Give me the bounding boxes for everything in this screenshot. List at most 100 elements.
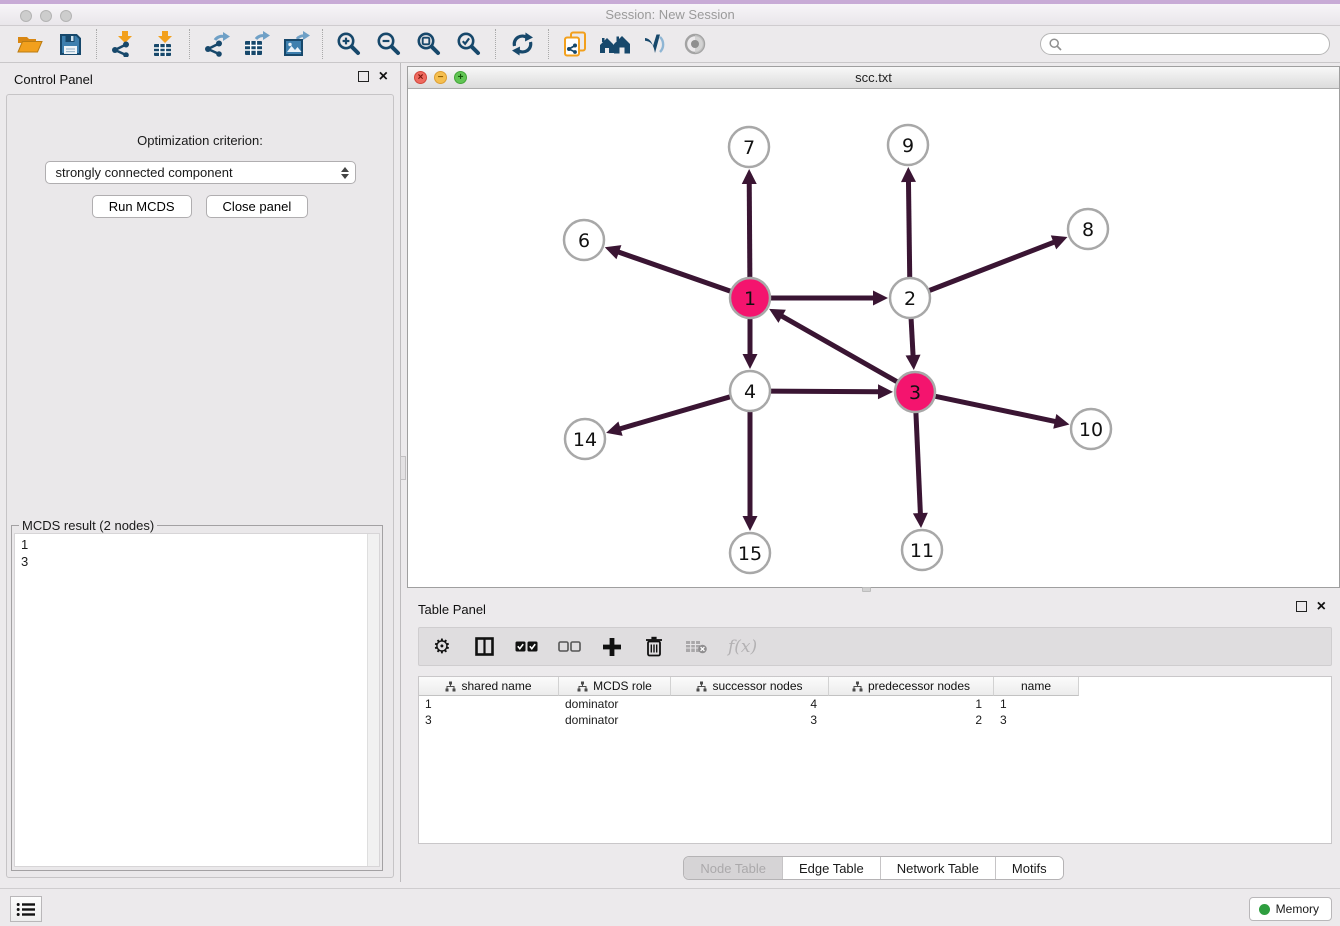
node-6[interactable]: 6: [564, 220, 604, 260]
import-table-button[interactable]: [143, 28, 183, 60]
edge-4-15[interactable]: [743, 410, 758, 531]
table-body: 1dominator4113dominator323: [419, 696, 1331, 728]
zoom-out-button[interactable]: [369, 28, 409, 60]
result-scrollbar[interactable]: [367, 534, 379, 866]
export-network-button[interactable]: [196, 28, 236, 60]
node-3[interactable]: 3: [895, 372, 935, 412]
table-settings-button[interactable]: ⚙: [431, 635, 453, 659]
edge-4-14[interactable]: [606, 396, 732, 436]
network-canvas[interactable]: 1 2 3 4 6 7 8 9 10 11 14 15: [408, 89, 1339, 587]
table-cell[interactable]: 1: [419, 696, 559, 712]
control-panel-title: Control Panel: [14, 72, 93, 87]
network-graph[interactable]: 1 2 3 4 6 7 8 9 10 11 14 15: [408, 89, 1339, 587]
column-header-successor-nodes[interactable]: successor nodes: [671, 677, 829, 696]
node-15[interactable]: 15: [730, 533, 770, 573]
table-cell[interactable]: 1: [829, 696, 994, 712]
edge-3-1[interactable]: [769, 309, 898, 383]
window-resize-handle[interactable]: [862, 587, 871, 592]
memory-button[interactable]: Memory: [1249, 897, 1332, 921]
tab-motifs[interactable]: Motifs: [995, 857, 1063, 879]
node-2[interactable]: 2: [890, 278, 930, 318]
export-image-button[interactable]: [276, 28, 316, 60]
tab-edge-table[interactable]: Edge Table: [782, 857, 880, 879]
refresh-icon: [510, 32, 535, 56]
table-cell[interactable]: dominator: [559, 696, 671, 712]
edge-1-7[interactable]: [742, 169, 757, 279]
tab-network-table[interactable]: Network Table: [880, 857, 995, 879]
toolbar-separator: [189, 29, 190, 59]
delete-table-icon: [685, 640, 708, 654]
edge-4-3[interactable]: [769, 384, 893, 399]
close-table-panel-icon[interactable]: ×: [1317, 601, 1326, 612]
float-panel-icon[interactable]: [358, 71, 369, 82]
home-view-button[interactable]: [595, 28, 635, 60]
node-11[interactable]: 11: [902, 530, 942, 570]
table-row[interactable]: 3dominator323: [419, 712, 1331, 728]
close-panel-button[interactable]: Close panel: [206, 195, 309, 218]
table-cell[interactable]: 3: [671, 712, 829, 728]
close-panel-icon[interactable]: ×: [379, 71, 388, 82]
open-folder-icon: [17, 33, 43, 55]
node-1[interactable]: 1: [730, 278, 770, 318]
export-table-button[interactable]: [236, 28, 276, 60]
edge-2-8[interactable]: [928, 235, 1068, 291]
node-9[interactable]: 9: [888, 125, 928, 165]
add-row-button[interactable]: [601, 635, 623, 659]
show-graphics-details-button[interactable]: [675, 28, 715, 60]
delete-row-button[interactable]: [643, 635, 665, 659]
refresh-view-button[interactable]: [502, 28, 542, 60]
panel-splitter-handle[interactable]: [400, 456, 406, 480]
edge-1-4[interactable]: [743, 317, 758, 369]
table-cell[interactable]: 1: [994, 696, 1079, 712]
show-columns-button[interactable]: [473, 635, 495, 659]
network-window-titlebar[interactable]: × − + scc.txt: [408, 67, 1339, 89]
open-session-button[interactable]: [10, 28, 50, 60]
memory-status-icon: [1259, 904, 1270, 915]
search-field[interactable]: [1040, 33, 1330, 55]
node-8[interactable]: 8: [1068, 209, 1108, 249]
dropdown-stepper-icon: [341, 167, 349, 179]
run-mcds-button[interactable]: Run MCDS: [92, 195, 192, 218]
table-row[interactable]: 1dominator411: [419, 696, 1331, 712]
optimization-criterion-dropdown[interactable]: strongly connected component: [45, 161, 356, 184]
table-cell[interactable]: dominator: [559, 712, 671, 728]
node-10[interactable]: 10: [1071, 409, 1111, 449]
table-cell[interactable]: 2: [829, 712, 994, 728]
save-session-button[interactable]: [50, 28, 90, 60]
column-header-predecessor-nodes[interactable]: predecessor nodes: [829, 677, 994, 696]
dropdown-value: strongly connected component: [56, 165, 233, 180]
edge-2-9[interactable]: [901, 167, 916, 279]
column-header-MCDS-role[interactable]: MCDS role: [559, 677, 671, 696]
svg-text:14: 14: [573, 429, 597, 451]
delete-table-button[interactable]: [685, 635, 708, 659]
zoom-fit-button[interactable]: [409, 28, 449, 60]
tab-node-table[interactable]: Node Table: [684, 857, 782, 879]
node-4[interactable]: 4: [730, 371, 770, 411]
network-file-button[interactable]: [555, 28, 595, 60]
column-header-name[interactable]: name: [994, 677, 1079, 696]
column-header-shared-name[interactable]: shared name: [419, 677, 559, 696]
edge-3-11[interactable]: [913, 411, 928, 528]
deselect-all-button[interactable]: [558, 635, 581, 659]
search-input[interactable]: [1067, 37, 1321, 51]
search-icon: [1049, 38, 1062, 51]
table-cell[interactable]: 4: [671, 696, 829, 712]
float-table-panel-icon[interactable]: [1296, 601, 1307, 612]
hide-graphics-details-button[interactable]: [635, 28, 675, 60]
node-14[interactable]: 14: [565, 419, 605, 459]
task-history-button[interactable]: [10, 896, 42, 922]
function-builder-button[interactable]: f(x): [728, 635, 757, 659]
edge-2-3[interactable]: [906, 317, 921, 370]
zoom-selected-button[interactable]: [449, 28, 489, 60]
table-cell[interactable]: 3: [419, 712, 559, 728]
select-all-button[interactable]: [515, 635, 538, 659]
zoom-in-button[interactable]: [329, 28, 369, 60]
edge-1-6[interactable]: [605, 245, 732, 292]
mcds-result-area[interactable]: 1 3: [14, 533, 380, 867]
import-network-button[interactable]: [103, 28, 143, 60]
edge-1-2[interactable]: [769, 291, 888, 306]
toolbar-separator: [322, 29, 323, 59]
edge-3-10[interactable]: [934, 396, 1070, 429]
table-cell[interactable]: 3: [994, 712, 1079, 728]
node-7[interactable]: 7: [729, 127, 769, 167]
